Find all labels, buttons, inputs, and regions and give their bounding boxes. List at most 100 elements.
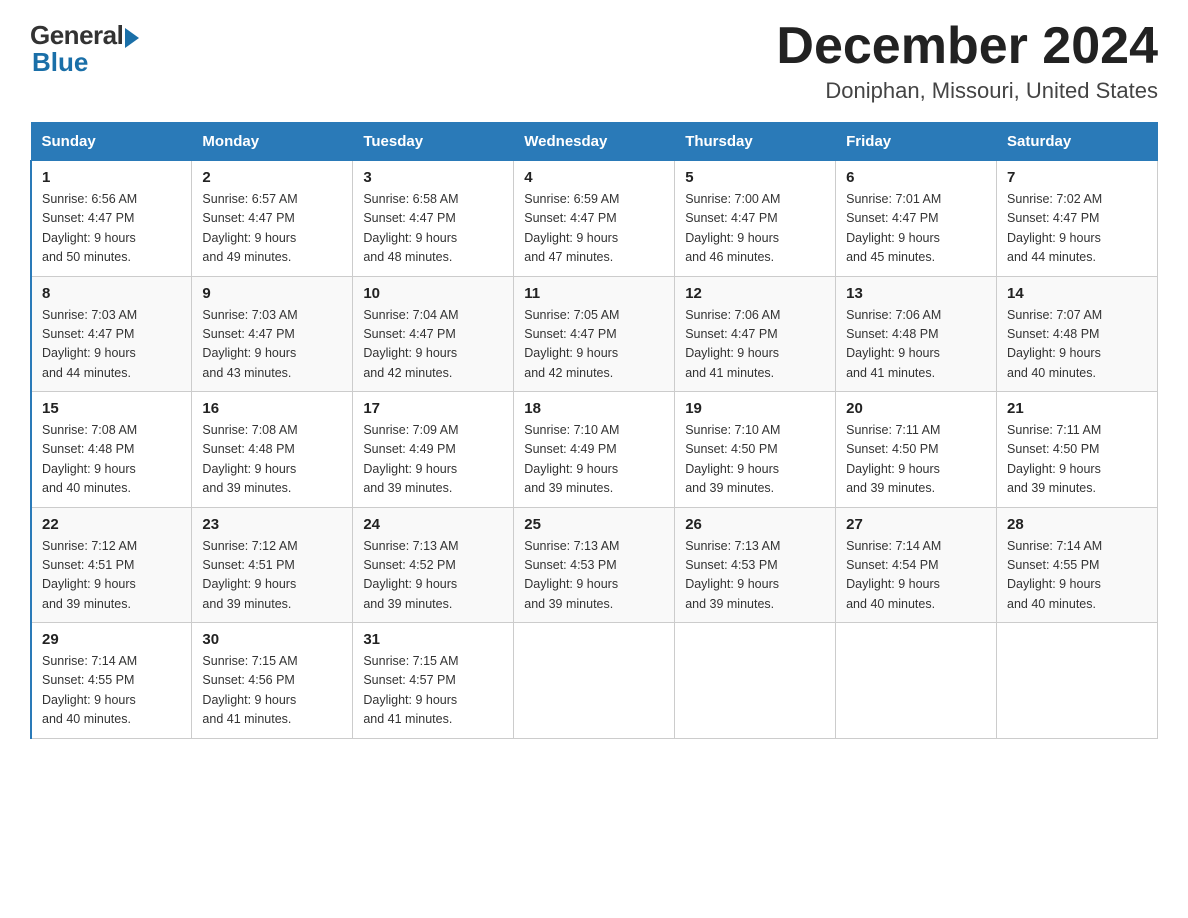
header-monday: Monday (192, 123, 353, 161)
day-info: Sunrise: 6:59 AMSunset: 4:47 PMDaylight:… (524, 190, 664, 268)
calendar-cell: 11 Sunrise: 7:05 AMSunset: 4:47 PMDayligh… (514, 276, 675, 392)
day-number: 19 (685, 400, 825, 417)
day-number: 7 (1007, 169, 1147, 186)
day-info: Sunrise: 7:11 AMSunset: 4:50 PMDaylight:… (846, 421, 986, 499)
header-wednesday: Wednesday (514, 123, 675, 161)
day-info: Sunrise: 7:01 AMSunset: 4:47 PMDaylight:… (846, 190, 986, 268)
logo: General Blue (30, 20, 139, 78)
day-number: 27 (846, 516, 986, 533)
calendar-week-row: 22 Sunrise: 7:12 AMSunset: 4:51 PMDayligh… (31, 507, 1158, 623)
calendar-cell: 19Sunrise: 7:10 AMSunset: 4:50 PMDayligh… (675, 392, 836, 508)
calendar-cell (675, 623, 836, 739)
day-info: Sunrise: 7:06 AMSunset: 4:47 PMDaylight:… (685, 306, 825, 384)
logo-blue-text: Blue (32, 47, 88, 78)
calendar-week-row: 29Sunrise: 7:14 AMSunset: 4:55 PMDayligh… (31, 623, 1158, 739)
calendar-cell: 15 Sunrise: 7:08 AMSunset: 4:48 PMDayligh… (31, 392, 192, 508)
day-number: 26 (685, 516, 825, 533)
day-number: 11 (524, 285, 664, 302)
calendar-cell: 3 Sunrise: 6:58 AMSunset: 4:47 PMDaylight… (353, 161, 514, 277)
calendar-cell: 27Sunrise: 7:14 AMSunset: 4:54 PMDayligh… (836, 507, 997, 623)
day-info: Sunrise: 6:57 AMSunset: 4:47 PMDaylight:… (202, 190, 342, 268)
day-info: Sunrise: 7:02 AMSunset: 4:47 PMDaylight:… (1007, 190, 1147, 268)
day-info: Sunrise: 7:08 AMSunset: 4:48 PMDaylight:… (202, 421, 342, 499)
calendar-cell: 21Sunrise: 7:11 AMSunset: 4:50 PMDayligh… (997, 392, 1158, 508)
calendar-cell: 28 Sunrise: 7:14 AMSunset: 4:55 PMDayligh… (997, 507, 1158, 623)
calendar-cell: 29Sunrise: 7:14 AMSunset: 4:55 PMDayligh… (31, 623, 192, 739)
day-number: 29 (42, 631, 181, 648)
day-info: Sunrise: 7:08 AMSunset: 4:48 PMDaylight:… (42, 421, 181, 499)
location: Doniphan, Missouri, United States (776, 78, 1158, 104)
calendar-cell: 30 Sunrise: 7:15 AMSunset: 4:56 PMDayligh… (192, 623, 353, 739)
day-number: 22 (42, 516, 181, 533)
calendar-week-row: 15 Sunrise: 7:08 AMSunset: 4:48 PMDayligh… (31, 392, 1158, 508)
day-number: 3 (363, 169, 503, 186)
day-number: 18 (524, 400, 664, 417)
day-info: Sunrise: 7:11 AMSunset: 4:50 PMDaylight:… (1007, 421, 1147, 499)
day-number: 28 (1007, 516, 1147, 533)
calendar-cell: 7 Sunrise: 7:02 AMSunset: 4:47 PMDaylight… (997, 161, 1158, 277)
day-info: Sunrise: 7:00 AMSunset: 4:47 PMDaylight:… (685, 190, 825, 268)
day-info: Sunrise: 7:15 AMSunset: 4:57 PMDaylight:… (363, 652, 503, 730)
calendar-cell: 8 Sunrise: 7:03 AMSunset: 4:47 PMDaylight… (31, 276, 192, 392)
day-info: Sunrise: 7:14 AMSunset: 4:55 PMDaylight:… (1007, 537, 1147, 615)
calendar-cell (836, 623, 997, 739)
page-header: General Blue December 2024 Doniphan, Mis… (30, 20, 1158, 104)
day-info: Sunrise: 6:58 AMSunset: 4:47 PMDaylight:… (363, 190, 503, 268)
calendar-cell: 2Sunrise: 6:57 AMSunset: 4:47 PMDaylight… (192, 161, 353, 277)
day-number: 16 (202, 400, 342, 417)
day-number: 14 (1007, 285, 1147, 302)
day-number: 8 (42, 285, 181, 302)
day-number: 31 (363, 631, 503, 648)
calendar-cell: 9 Sunrise: 7:03 AMSunset: 4:47 PMDaylight… (192, 276, 353, 392)
day-info: Sunrise: 7:03 AMSunset: 4:47 PMDaylight:… (202, 306, 342, 384)
day-info: Sunrise: 6:56 AMSunset: 4:47 PMDaylight:… (42, 190, 181, 268)
day-info: Sunrise: 7:06 AMSunset: 4:48 PMDaylight:… (846, 306, 986, 384)
header-friday: Friday (836, 123, 997, 161)
day-number: 30 (202, 631, 342, 648)
day-number: 10 (363, 285, 503, 302)
calendar-cell: 1 Sunrise: 6:56 AMSunset: 4:47 PMDaylight… (31, 161, 192, 277)
calendar-cell: 31 Sunrise: 7:15 AMSunset: 4:57 PMDayligh… (353, 623, 514, 739)
calendar-cell: 18 Sunrise: 7:10 AMSunset: 4:49 PMDayligh… (514, 392, 675, 508)
day-number: 5 (685, 169, 825, 186)
day-number: 20 (846, 400, 986, 417)
day-info: Sunrise: 7:15 AMSunset: 4:56 PMDaylight:… (202, 652, 342, 730)
day-number: 4 (524, 169, 664, 186)
day-number: 12 (685, 285, 825, 302)
day-number: 1 (42, 169, 181, 186)
day-number: 15 (42, 400, 181, 417)
header-saturday: Saturday (997, 123, 1158, 161)
day-info: Sunrise: 7:05 AMSunset: 4:47 PMDaylight:… (524, 306, 664, 384)
calendar-cell: 10Sunrise: 7:04 AMSunset: 4:47 PMDayligh… (353, 276, 514, 392)
day-info: Sunrise: 7:10 AMSunset: 4:49 PMDaylight:… (524, 421, 664, 499)
calendar-cell: 14 Sunrise: 7:07 AMSunset: 4:48 PMDayligh… (997, 276, 1158, 392)
calendar-cell: 17 Sunrise: 7:09 AMSunset: 4:49 PMDayligh… (353, 392, 514, 508)
calendar-cell (997, 623, 1158, 739)
day-info: Sunrise: 7:12 AMSunset: 4:51 PMDaylight:… (202, 537, 342, 615)
day-info: Sunrise: 7:13 AMSunset: 4:53 PMDaylight:… (524, 537, 664, 615)
calendar-cell: 25Sunrise: 7:13 AMSunset: 4:53 PMDayligh… (514, 507, 675, 623)
calendar-cell: 23 Sunrise: 7:12 AMSunset: 4:51 PMDayligh… (192, 507, 353, 623)
calendar-cell: 20 Sunrise: 7:11 AMSunset: 4:50 PMDayligh… (836, 392, 997, 508)
day-number: 23 (202, 516, 342, 533)
day-number: 9 (202, 285, 342, 302)
header-thursday: Thursday (675, 123, 836, 161)
day-info: Sunrise: 7:09 AMSunset: 4:49 PMDaylight:… (363, 421, 503, 499)
calendar-table: SundayMondayTuesdayWednesdayThursdayFrid… (30, 122, 1158, 739)
logo-arrow-icon (125, 28, 139, 48)
day-number: 17 (363, 400, 503, 417)
calendar-cell: 22Sunrise: 7:12 AMSunset: 4:51 PMDayligh… (31, 507, 192, 623)
day-info: Sunrise: 7:03 AMSunset: 4:47 PMDaylight:… (42, 306, 181, 384)
calendar-week-row: 8 Sunrise: 7:03 AMSunset: 4:47 PMDaylight… (31, 276, 1158, 392)
header-tuesday: Tuesday (353, 123, 514, 161)
day-info: Sunrise: 7:07 AMSunset: 4:48 PMDaylight:… (1007, 306, 1147, 384)
day-number: 24 (363, 516, 503, 533)
calendar-cell: 6 Sunrise: 7:01 AMSunset: 4:47 PMDaylight… (836, 161, 997, 277)
calendar-cell: 26 Sunrise: 7:13 AMSunset: 4:53 PMDayligh… (675, 507, 836, 623)
calendar-cell: 13Sunrise: 7:06 AMSunset: 4:48 PMDayligh… (836, 276, 997, 392)
header-sunday: Sunday (31, 123, 192, 161)
day-number: 6 (846, 169, 986, 186)
day-info: Sunrise: 7:13 AMSunset: 4:53 PMDaylight:… (685, 537, 825, 615)
calendar-cell (514, 623, 675, 739)
calendar-cell: 12 Sunrise: 7:06 AMSunset: 4:47 PMDayligh… (675, 276, 836, 392)
